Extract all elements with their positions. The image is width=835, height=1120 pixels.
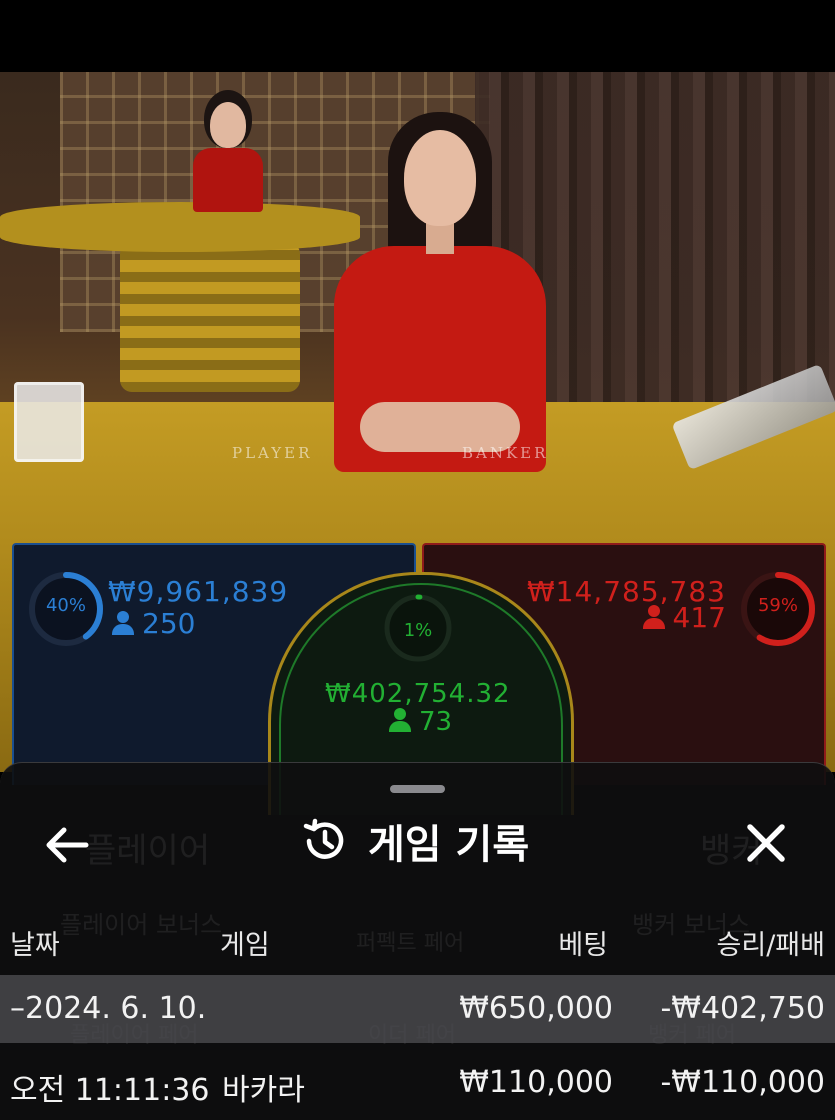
background-dealer — [188, 102, 268, 212]
date-group-bet-total: ₩650,000 — [459, 991, 613, 1026]
row-time: 오전 11:11:36 — [10, 1073, 210, 1108]
column-header-win-loss: 승리/패배 — [716, 930, 825, 961]
history-icon — [303, 818, 344, 859]
row-win-loss: -₩110,000 — [660, 1065, 825, 1100]
close-button[interactable] — [734, 811, 798, 875]
row-bet: ₩110,000 — [459, 1065, 613, 1100]
player-bettor-count: 250 — [112, 607, 195, 640]
row-game: 바카라 — [222, 1073, 305, 1108]
game-history-sheet: 플레이어 뱅커 플레이어 보너스 퍼펙트 페어 뱅커 보너스 플레이어 페어 이… — [0, 762, 835, 1120]
person-icon — [389, 708, 411, 732]
table-row[interactable]: 오전 11:11:36 바카라 ₩110,000 -₩110,000 — [0, 1043, 835, 1120]
back-table — [0, 202, 360, 252]
dealer — [330, 112, 550, 472]
card-discard-tray — [14, 382, 84, 462]
player-percent: 40% — [45, 595, 86, 616]
sheet-header: 게임 기록 — [300, 811, 529, 871]
tie-bettor-count: 73 — [389, 707, 452, 737]
tie-bet-amount: ₩402,754.32 — [325, 679, 511, 709]
column-header-date: 날짜 — [10, 930, 60, 961]
player-bet-amount: ₩9,961,839 — [108, 575, 289, 608]
felt-banker-label: BANKER — [462, 444, 549, 462]
tie-percent: 1% — [403, 620, 433, 641]
back-button[interactable] — [38, 815, 98, 875]
date-group-row[interactable]: –2024. 6. 10. ₩650,000 -₩402,750 — [0, 975, 835, 1043]
bg-player-label: 플레이어 — [85, 831, 211, 871]
arrow-left-icon — [46, 827, 89, 863]
close-icon — [747, 824, 785, 862]
sheet-title: 게임 기록 — [368, 822, 530, 868]
column-header-bet: 베팅 — [558, 930, 608, 961]
date-group-label: –2024. 6. 10. — [10, 991, 207, 1026]
top-status-bar — [0, 0, 835, 72]
back-table-base — [120, 242, 300, 392]
bg-perfect-pair-label: 퍼펙트 페어 — [356, 931, 465, 956]
person-icon — [642, 605, 665, 629]
felt-player-label: PLAYER — [232, 444, 313, 462]
date-group-win-loss-total: -₩402,750 — [660, 991, 825, 1026]
column-header-game: 게임 — [220, 930, 270, 961]
person-icon — [112, 611, 134, 635]
bg-player-bonus-label: 플레이어 보너스 — [60, 911, 223, 939]
drag-handle[interactable] — [390, 785, 445, 793]
banker-percent: 59% — [757, 595, 798, 616]
banker-bettor-count: 417 — [642, 601, 726, 634]
